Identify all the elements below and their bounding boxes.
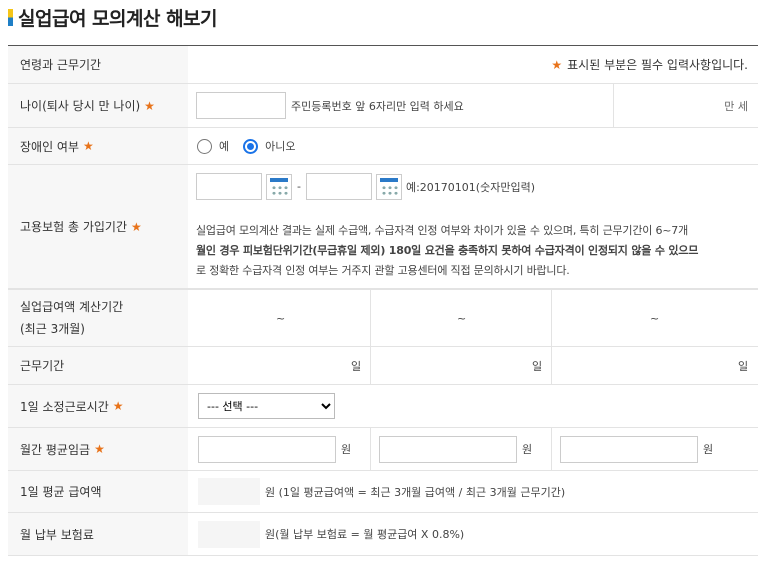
end-date-input[interactable] [305, 173, 372, 200]
age-label: 나이(퇴사 당시 만 나이) ★ [8, 84, 188, 127]
start-date-input[interactable] [196, 173, 262, 200]
daily-hours-label: 1일 소정근로시간 ★ [8, 385, 188, 427]
won-unit: 원 [522, 443, 533, 456]
page-title: 실업급여 모의계산 해보기 [18, 7, 218, 30]
daily-benefit-label: 1일 평균 급여액 [8, 471, 188, 512]
age-hint: 주민등록번호 앞 6자리만 입력 하세요 [291, 99, 464, 113]
header-label: 연령과 근무기간 [8, 46, 188, 83]
disability-row: 장애인 여부 ★ 예 아니오 [8, 128, 758, 165]
calendar-icon[interactable] [375, 173, 402, 200]
daily-benefit-row: 1일 평균 급여액 원 (1일 평균급여액 = 최근 3개월 급여액 / 최근 … [8, 471, 758, 513]
won-unit: 원 [341, 443, 352, 456]
period-separator: ~ [276, 311, 286, 325]
required-note: ★ 표시된 부분은 필수 입력사항입니다. [547, 46, 748, 83]
monthly-wage-label-text: 월간 평균임금 [20, 442, 91, 457]
monthly-wage-row: 월간 평균임금 ★ 원 원 원 [8, 428, 758, 471]
calc-period-row: 실업급여액 계산기간 (최근 3개월) ~ ~ ~ [8, 289, 758, 347]
required-star: ★ [112, 399, 124, 413]
required-star: ★ [94, 442, 105, 456]
disability-label: 장애인 여부 ★ [8, 128, 188, 164]
wage-input-2[interactable] [379, 435, 517, 463]
radio-no-label: 아니오 [265, 140, 296, 153]
notice-text: 실업급여 모의계산 결과는 실제 수급액, 수급자격 인정 여부와 차이가 있을… [196, 221, 756, 281]
day-unit: 일 [351, 359, 362, 373]
radio-yes[interactable] [197, 138, 212, 154]
daily-hours-label-text: 1일 소정근로시간 [20, 399, 109, 414]
calc-period-label-line: 실업급여액 계산기간 [20, 300, 124, 314]
required-star: ★ [551, 57, 563, 72]
divider [551, 290, 552, 346]
required-note-text: 표시된 부분은 필수 입력사항입니다. [567, 58, 748, 72]
work-days-row: 근무기간 일 일 일 [8, 347, 758, 385]
monthly-wage-label: 월간 평균임금 ★ [8, 428, 188, 470]
calc-period-label: 실업급여액 계산기간 (최근 3개월) [8, 290, 188, 346]
notice-line: 실업급여 모의계산 결과는 실제 수급액, 수급자격 인정 여부와 차이가 있을… [196, 224, 688, 237]
insurance-period-label-text: 고용보험 총 가입기간 [20, 220, 127, 234]
divider [613, 84, 614, 127]
wage-input-1[interactable] [198, 435, 336, 463]
monthly-premium-formula: 원(월 납부 보험료 = 월 평균급여 X 0.8%) [265, 528, 465, 541]
divider [370, 428, 371, 470]
radio-yes-label: 예 [219, 140, 230, 153]
calendar-icon[interactable] [266, 173, 292, 200]
divider [370, 347, 371, 384]
insurance-period-row: 고용보험 총 가입기간 ★ - 예:20170101(숫자만입력) 실업급여 모… [8, 165, 758, 289]
date-hint: 예:20170101(숫자만입력) [405, 180, 535, 194]
day-unit: 일 [532, 359, 543, 373]
work-days-label: 근무기간 [8, 347, 188, 384]
age-input[interactable] [196, 92, 286, 119]
wage-input-3[interactable] [560, 435, 698, 463]
required-star: ★ [131, 219, 142, 234]
monthly-premium-row: 월 납부 보험료 원(월 납부 보험료 = 월 평균급여 X 0.8%) [8, 513, 758, 556]
day-unit: 일 [738, 359, 749, 373]
won-unit: 원 [703, 443, 714, 456]
page-title-wrap: 실업급여 모의계산 해보기 [8, 4, 218, 30]
disability-label-text: 장애인 여부 [20, 139, 80, 154]
period-separator: ~ [457, 311, 467, 325]
insurance-period-label: 고용보험 총 가입기간 ★ [8, 165, 188, 288]
monthly-premium-output [198, 520, 260, 548]
age-unit: 만 세 [724, 99, 748, 113]
divider [551, 428, 552, 470]
date-separator: - [297, 180, 301, 193]
daily-benefit-formula: 원 (1일 평균급여액 = 최근 3개월 급여액 / 최근 3개월 근무기간) [265, 485, 566, 499]
required-star: ★ [83, 139, 94, 153]
daily-hours-row: 1일 소정근로시간 ★ --- 선택 --- [8, 385, 758, 428]
radio-no[interactable] [243, 138, 259, 154]
age-row: 나이(퇴사 당시 만 나이) ★ 주민등록번호 앞 6자리만 입력 하세요 만 … [8, 84, 758, 128]
notice-line: 월인 경우 피보험단위기간(무급휴일 제외) 180일 요건을 충족하지 못하여… [196, 244, 699, 257]
required-star: ★ [144, 98, 155, 113]
age-label-text: 나이(퇴사 당시 만 나이) [20, 99, 141, 113]
divider [551, 347, 552, 384]
header-row: 연령과 근무기간 ★ 표시된 부분은 필수 입력사항입니다. [8, 46, 758, 84]
daily-hours-select[interactable]: --- 선택 --- [198, 393, 335, 419]
title-accent-bar [8, 8, 13, 26]
calc-period-label-line: (최근 3개월) [20, 322, 85, 336]
divider [370, 290, 371, 346]
monthly-premium-label: 월 납부 보험료 [8, 513, 188, 555]
period-separator: ~ [650, 311, 660, 325]
notice-line: 로 정확한 수급자격 인정 여부는 거주지 관할 고용센터에 직접 문의하시기 … [196, 264, 570, 277]
daily-benefit-output [198, 478, 260, 505]
